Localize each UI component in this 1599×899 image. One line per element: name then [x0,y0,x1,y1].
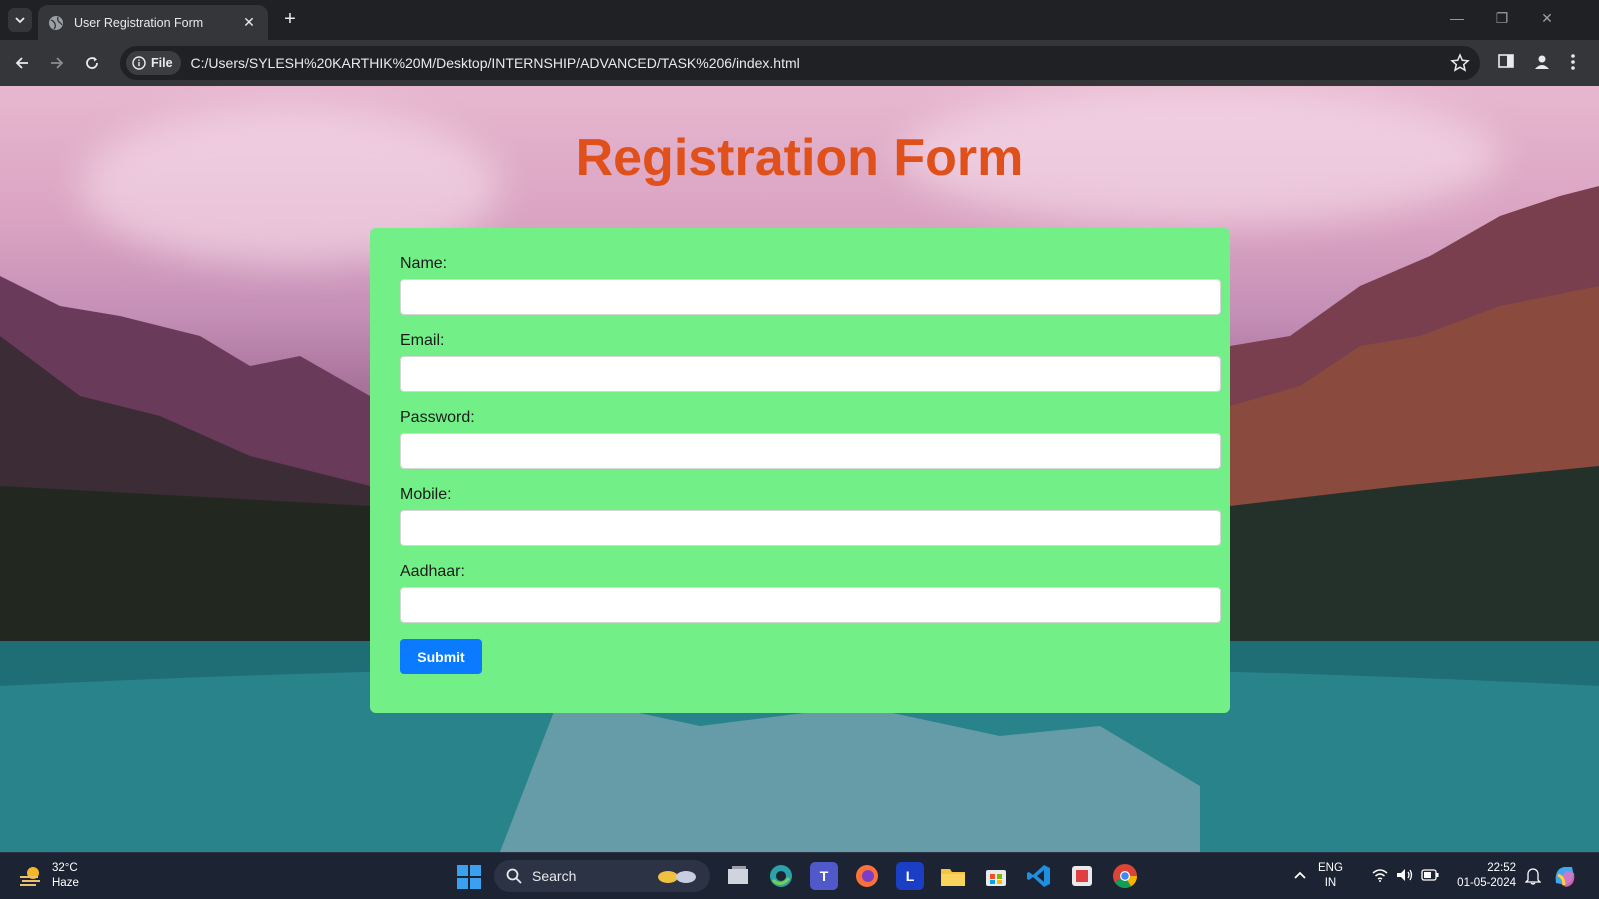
browser-toolbar: File C:/Users/SYLESH%20KARTHIK%20M/Deskt… [0,40,1599,86]
url-text[interactable]: C:/Users/SYLESH%20KARTHIK%20M/Desktop/IN… [191,55,800,71]
chevron-down-icon [15,17,25,24]
file-explorer-icon[interactable] [939,862,967,890]
l-app-icon[interactable]: L [896,862,924,890]
password-input[interactable] [400,433,1221,469]
address-bar[interactable]: File C:/Users/SYLESH%20KARTHIK%20M/Deskt… [120,46,1480,80]
aadhaar-label: Aadhaar: [400,563,465,580]
back-button[interactable] [10,51,34,75]
file-chip-label: File [151,56,173,70]
taskbar: 32°C Haze Search T L ENG IN 22:52 01-05-… [0,852,1599,899]
start-icon[interactable] [457,865,481,889]
search-highlight-icon [658,871,696,883]
reload-icon [86,57,98,69]
browser-tab[interactable]: User Registration Form ✕ [38,5,268,40]
tab-title: User Registration Form [74,15,204,30]
name-label: Name: [400,255,448,272]
task-view-icon[interactable] [724,862,752,890]
globe-icon [49,15,63,30]
lang-primary: ENG [1318,862,1343,874]
minimize-icon[interactable]: — [1442,10,1472,26]
tab-search-button[interactable] [8,8,32,32]
snipping-tool-icon[interactable] [1068,862,1096,890]
arrow-right-icon [51,57,64,69]
search-label: Search [532,868,577,884]
chevron-up-icon[interactable] [1294,870,1306,880]
name-input[interactable] [400,279,1221,315]
site-info-chip[interactable]: File [126,51,181,75]
language-indicator[interactable]: ENG IN [1318,861,1343,891]
taskbar-search[interactable]: Search [494,860,710,892]
clock[interactable]: 22:52 01-05-2024 [1452,861,1516,891]
edge-icon[interactable] [767,862,795,890]
wifi-icon[interactable] [1372,868,1388,882]
vscode-icon[interactable] [1025,862,1053,890]
haze-sun-icon [20,867,40,886]
close-window-icon[interactable]: ✕ [1532,10,1562,27]
copilot-icon[interactable] [1552,863,1578,889]
forward-button[interactable] [45,51,69,75]
weather-widget[interactable]: 32°C Haze [18,861,79,891]
registration-form: Name: Email: Password: Mobile: Aadhaar: … [370,228,1230,713]
notification-icon[interactable] [1525,867,1541,885]
mobile-label: Mobile: [400,486,452,503]
close-tab-icon[interactable]: ✕ [240,14,258,31]
volume-icon[interactable] [1396,868,1414,882]
email-input[interactable] [400,356,1221,392]
reload-button[interactable] [80,51,104,75]
restore-icon[interactable]: ❐ [1487,10,1517,27]
search-icon [506,868,522,884]
chrome-icon[interactable] [1111,862,1139,890]
store-icon[interactable] [982,862,1010,890]
new-tab-button[interactable]: + [278,8,302,32]
bookmark-star-icon[interactable] [1450,53,1470,73]
firefox-icon[interactable] [853,862,881,890]
submit-button[interactable]: Submit [400,639,482,674]
page-viewport: Registration Form Name: Email: Password:… [0,86,1599,852]
battery-icon[interactable] [1421,869,1439,881]
aadhaar-input[interactable] [400,587,1221,623]
lang-secondary: IN [1324,877,1337,889]
email-label: Email: [400,332,445,349]
arrow-left-icon [15,57,28,69]
password-label: Password: [400,409,475,426]
weather-desc: Haze [52,877,79,889]
teams-icon[interactable]: T [810,862,838,890]
profile-icon[interactable] [1532,52,1552,72]
clock-date: 01-05-2024 [1457,877,1516,889]
menu-icon[interactable] [1570,52,1576,72]
tab-strip: User Registration Form ✕ + — ❐ ✕ [0,0,1599,40]
side-panel-icon[interactable] [1497,52,1515,70]
clock-time: 22:52 [1487,862,1516,874]
weather-temp: 32°C [52,862,78,874]
info-icon [132,56,146,70]
mobile-input[interactable] [400,510,1221,546]
page-title: Registration Form [575,129,1024,187]
